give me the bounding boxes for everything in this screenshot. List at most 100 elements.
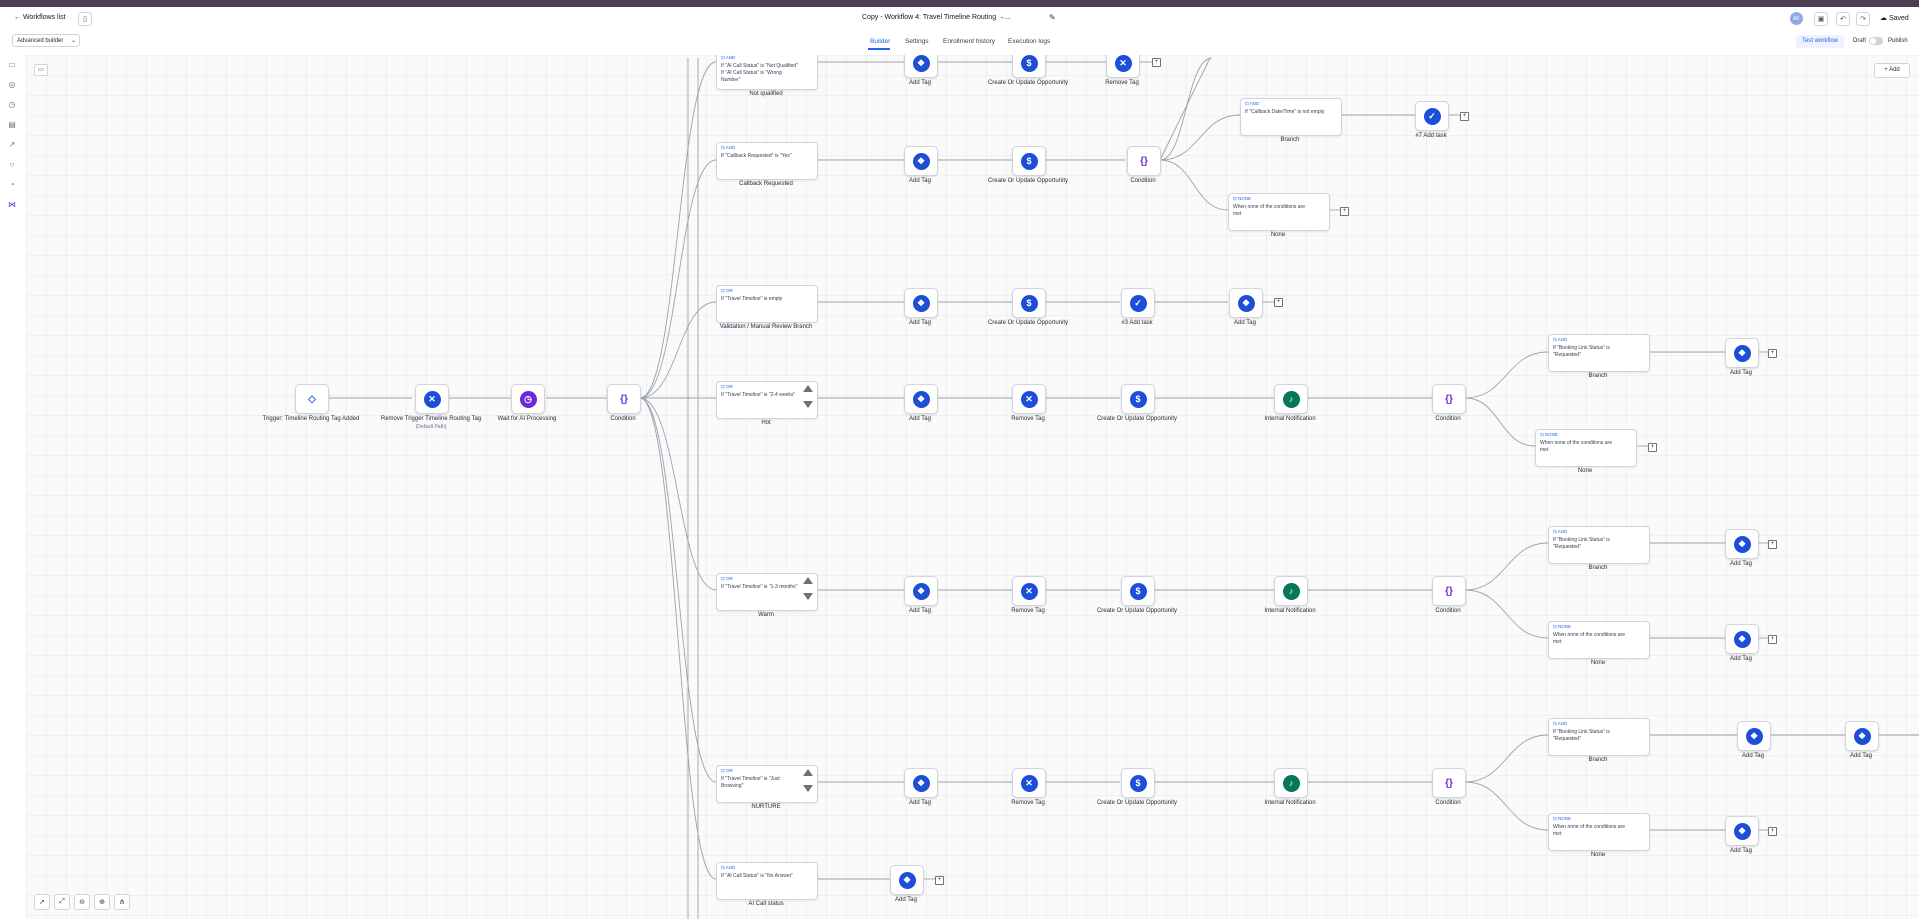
share-icon[interactable]: ↗ — [7, 139, 17, 149]
tab-execution-logs[interactable]: Execution logs — [1008, 38, 1050, 45]
add-task-node[interactable]: ✓ — [1415, 101, 1449, 131]
condition-node[interactable]: {} — [1432, 768, 1466, 798]
branch-card[interactable]: ⊡ AND If "AI Call Status" is "No Answer" — [716, 862, 818, 900]
search-icon[interactable]: ○ — [7, 159, 17, 169]
internal-notification-node[interactable]: ♪ — [1274, 768, 1308, 798]
workflow-title[interactable]: Copy - Workflow 4: Travel Timeline Routi… — [862, 14, 1102, 21]
layout-icon[interactable]: ⋔ — [114, 894, 130, 910]
add-tag-node[interactable]: ❖ — [904, 384, 938, 414]
add-tag-node[interactable]: ❖ — [890, 865, 924, 895]
branch-card[interactable]: ⊡ AND If "Callback Date/Time" is not empt… — [1240, 98, 1342, 136]
branch-card[interactable]: ⊡ NONE When none of the conditions are me… — [1548, 621, 1650, 659]
branch-card[interactable]: ⊡ AND If "Booking Link Status" is "Reques… — [1548, 334, 1650, 372]
tab-builder[interactable]: Builder — [870, 38, 890, 45]
builder-mode-select[interactable]: Advanced builder ⌄ — [12, 34, 80, 47]
branch-operator-badge: ⊡ OR — [721, 384, 733, 389]
branch-card[interactable]: ⊡ AND If "Booking Link Status" is "Reques… — [1548, 718, 1650, 756]
branch-label: None — [1577, 468, 1593, 474]
branch-card[interactable]: ⊡ OR If "Travel Timeline" is "2-4 weeks" — [716, 381, 818, 419]
add-tag-node[interactable]: ❖ — [1725, 529, 1759, 559]
add-tag-node[interactable]: ❖ — [904, 288, 938, 318]
edit-pencil-icon[interactable]: ✎ — [1049, 13, 1056, 22]
history-icon[interactable]: ◷ — [7, 99, 17, 109]
tag-icon: ❖ — [898, 871, 916, 889]
create-opportunity-node[interactable]: $ — [1121, 384, 1155, 414]
timer-icon[interactable]: ◔ — [7, 179, 17, 189]
reorder-arrows-icon[interactable] — [803, 385, 813, 415]
wait-node[interactable]: ◷ — [511, 384, 545, 414]
branch-card[interactable]: ⊡ OR If "Travel Timeline" is empty — [716, 285, 818, 323]
back-link[interactable]: ← Workflows list — [14, 14, 66, 21]
add-step-plus-icon[interactable]: + — [1460, 112, 1469, 121]
add-tag-node[interactable]: ❖ — [1229, 288, 1263, 318]
redo-icon[interactable]: ↷ — [1856, 12, 1870, 26]
create-opportunity-node[interactable]: $ — [1012, 55, 1046, 78]
workflow-canvas[interactable]: ◇ Trigger: Timeline Routing Tag Added ✕ Rem… — [26, 55, 1919, 919]
add-task-node[interactable]: ✓ — [1121, 288, 1155, 318]
chat-icon[interactable]: ▭ — [7, 59, 17, 69]
condition-node[interactable]: {} — [607, 384, 641, 414]
add-step-plus-icon[interactable]: + — [1648, 443, 1657, 452]
add-tag-node[interactable]: ❖ — [904, 768, 938, 798]
sidebar-toggle-icon[interactable]: ▯ — [78, 12, 92, 26]
check-circle-icon[interactable]: ◎ — [7, 79, 17, 89]
add-step-plus-icon[interactable]: + — [1768, 827, 1777, 836]
branch-card[interactable]: ⊡ NONE When none of the conditions are me… — [1548, 813, 1650, 851]
add-tag-node[interactable]: ❖ — [1737, 721, 1771, 751]
add-button[interactable]: + Add — [1874, 63, 1910, 78]
condition-node[interactable]: {} — [1127, 146, 1161, 176]
create-opportunity-node[interactable]: $ — [1121, 576, 1155, 606]
zoom-in-icon[interactable]: ⊕ — [94, 894, 110, 910]
add-step-plus-icon[interactable]: + — [935, 876, 944, 885]
condition-node[interactable]: {} — [1432, 576, 1466, 606]
create-opportunity-node[interactable]: $ — [1012, 146, 1046, 176]
branch-card[interactable]: ⊡ NONE When none of the conditions are me… — [1535, 429, 1637, 467]
test-workflow-button[interactable]: Test workflow — [1796, 35, 1844, 48]
internal-notification-node[interactable]: ♪ — [1274, 576, 1308, 606]
add-tag-node[interactable]: ❖ — [904, 146, 938, 176]
remove-tag-node[interactable]: ✕ — [1012, 384, 1046, 414]
tab-enrollment-history[interactable]: Enrollment history — [943, 38, 995, 45]
add-tag-node[interactable]: ❖ — [1725, 338, 1759, 368]
trigger-node[interactable]: ◇ — [295, 384, 329, 414]
branch-card[interactable]: ⊡ NONE When none of the conditions are me… — [1228, 193, 1330, 231]
avatar[interactable]: AF — [1790, 12, 1803, 25]
add-tag-node[interactable]: ❖ — [1725, 624, 1759, 654]
branch-card[interactable]: ⊡ OR If "Travel Timeline" is "Just Browsi… — [716, 765, 818, 803]
create-opportunity-node[interactable]: $ — [1121, 768, 1155, 798]
add-step-plus-icon[interactable]: + — [1152, 58, 1161, 67]
branch-card[interactable]: ⊡ AND If "Booking Link Status" is "Reques… — [1548, 526, 1650, 564]
publish-toggle[interactable] — [1869, 37, 1883, 45]
reorder-arrows-icon[interactable] — [803, 769, 813, 799]
tab-settings[interactable]: Settings — [905, 38, 929, 45]
add-tag-node[interactable]: ❖ — [1725, 816, 1759, 846]
add-step-plus-icon[interactable]: + — [1768, 540, 1777, 549]
workflow-icon[interactable]: ⋈ — [7, 199, 17, 209]
branch-card[interactable]: ⊡ AND If "Callback Requested" is "Yes" — [716, 142, 818, 180]
node-label: Remove Tag — [1011, 608, 1045, 614]
add-step-plus-icon[interactable]: + — [1768, 349, 1777, 358]
remove-tag-node[interactable]: ✕ — [1012, 768, 1046, 798]
create-opportunity-node[interactable]: $ — [1012, 288, 1046, 318]
branch-card[interactable]: ⊡ OR If "Travel Timeline" is "1-3 months" — [716, 573, 818, 611]
add-tag-node[interactable]: ❖ — [1845, 721, 1879, 751]
reorder-arrows-icon[interactable] — [803, 577, 813, 607]
condition-node[interactable]: {} — [1432, 384, 1466, 414]
remove-trigger-tag-node[interactable]: ✕ — [415, 384, 449, 414]
add-tag-node[interactable]: ❖ — [904, 576, 938, 606]
folder-icon[interactable]: ▤ — [7, 119, 17, 129]
remove-tag-node[interactable]: ✕ — [1106, 55, 1140, 78]
add-step-plus-icon[interactable]: + — [1274, 298, 1283, 307]
branch-card[interactable]: ⊡ AND If "AI Call Status" is "Not Qualifi… — [716, 55, 818, 90]
add-tag-node[interactable]: ❖ — [904, 55, 938, 78]
fit-view-icon[interactable]: ⤢ — [54, 894, 70, 910]
zoom-out-icon[interactable]: ⊖ — [74, 894, 90, 910]
panel-icon[interactable]: ▭ — [34, 64, 48, 76]
undo-icon[interactable]: ↶ — [1836, 12, 1850, 26]
select-tool-icon[interactable]: ➚ — [34, 894, 50, 910]
save-icon[interactable]: ▣ — [1814, 12, 1828, 26]
remove-tag-node[interactable]: ✕ — [1012, 576, 1046, 606]
add-step-plus-icon[interactable]: + — [1768, 635, 1777, 644]
add-step-plus-icon[interactable]: + — [1340, 207, 1349, 216]
internal-notification-node[interactable]: ♪ — [1274, 384, 1308, 414]
